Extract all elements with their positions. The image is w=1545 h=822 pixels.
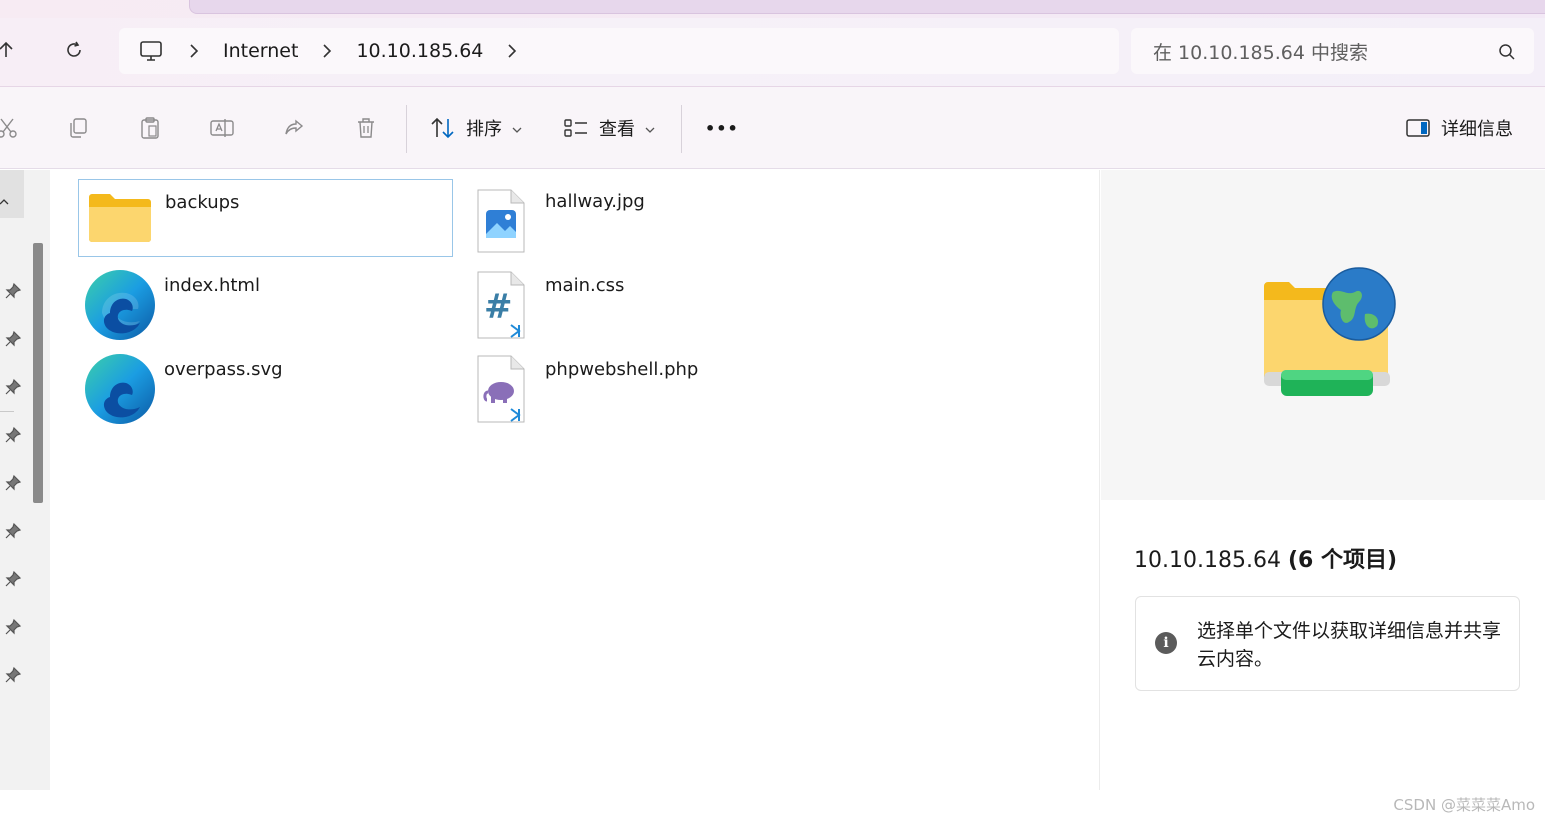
css-file-icon: # <box>464 268 538 342</box>
info-card: i 选择单个文件以获取详细信息并共享云内容。 <box>1135 596 1520 691</box>
status-strip <box>0 790 1545 822</box>
pane-divider[interactable] <box>1099 170 1100 790</box>
rename-icon[interactable] <box>209 115 235 141</box>
info-text: 选择单个文件以获取详细信息并共享云内容。 <box>1197 620 1502 670</box>
chevron-right-icon[interactable] <box>505 44 519 58</box>
pin-icon[interactable] <box>4 474 22 492</box>
file-name: backups <box>165 192 240 213</box>
pin-icon[interactable] <box>4 666 22 684</box>
sort-label: 排序 <box>466 119 502 140</box>
command-bar: 排序 查看 ••• 详细信息 <box>0 86 1545 169</box>
details-title: 10.10.185.64 (6 个项目) <box>1134 542 1397 574</box>
chevron-right-icon[interactable] <box>187 44 201 58</box>
watermark: CSDN @菜菜菜Amo <box>1393 796 1535 814</box>
pin-icon[interactable] <box>4 378 22 396</box>
image-file-icon <box>464 184 538 258</box>
file-item-index-html[interactable]: index.html <box>78 263 453 341</box>
sort-button[interactable]: 排序 <box>430 113 522 143</box>
details-label: 详细信息 <box>1441 119 1513 140</box>
search-input[interactable]: 在 10.10.185.64 中搜索 <box>1131 28 1534 74</box>
breadcrumb-internet[interactable]: Internet <box>223 40 298 62</box>
chevron-down-icon <box>645 118 655 139</box>
sort-icon <box>430 116 456 140</box>
details-pane-icon <box>1405 118 1431 138</box>
details-title-count: (6 个项目) <box>1287 548 1398 573</box>
file-name: hallway.jpg <box>545 191 645 212</box>
file-item-hallway[interactable]: hallway.jpg <box>459 179 834 257</box>
more-options-button[interactable]: ••• <box>705 113 739 143</box>
edge-icon <box>83 268 157 342</box>
delete-icon[interactable] <box>353 115 379 141</box>
details-pane: 10.10.185.64 (6 个项目) i 选择单个文件以获取详细信息并共享云… <box>1101 170 1545 790</box>
breadcrumb-host[interactable]: 10.10.185.64 <box>356 40 483 62</box>
pin-icon[interactable] <box>4 522 22 540</box>
address-row: Internet 10.10.185.64 在 10.10.185.64 中搜索 <box>0 18 1545 86</box>
tab-strip <box>0 0 1545 18</box>
svg-text:#: # <box>484 287 513 327</box>
search-icon[interactable] <box>1498 43 1516 66</box>
details-pane-button[interactable]: 详细信息 <box>1405 113 1513 143</box>
pin-icon[interactable] <box>4 282 22 300</box>
file-item-backups[interactable]: backups <box>78 179 453 257</box>
pin-icon[interactable] <box>4 426 22 444</box>
file-name: index.html <box>164 275 260 296</box>
view-label: 查看 <box>599 119 635 140</box>
network-folder-icon <box>1264 267 1396 396</box>
search-placeholder: 在 10.10.185.64 中搜索 <box>1153 41 1368 64</box>
toolbar-separator <box>406 105 407 153</box>
pin-icon[interactable] <box>4 330 22 348</box>
file-name: overpass.svg <box>164 359 283 380</box>
view-button[interactable]: 查看 <box>563 113 655 143</box>
pin-icon[interactable] <box>4 618 22 636</box>
more-icon: ••• <box>705 118 739 138</box>
file-name: main.css <box>545 275 625 296</box>
active-tab-edge[interactable] <box>189 0 1545 14</box>
info-icon: i <box>1155 632 1177 654</box>
chevron-right-icon[interactable] <box>320 44 334 58</box>
nav-scrollbar[interactable] <box>33 243 43 503</box>
folder-icon <box>87 184 153 250</box>
details-preview <box>1101 170 1545 500</box>
view-list-icon <box>563 117 589 139</box>
computer-icon[interactable] <box>139 40 163 62</box>
php-file-icon <box>464 352 538 426</box>
up-arrow-icon[interactable] <box>0 34 22 66</box>
nav-item-active[interactable] <box>0 170 24 218</box>
cut-icon[interactable] <box>0 115 20 141</box>
file-name: phpwebshell.php <box>545 359 699 380</box>
address-bar[interactable]: Internet 10.10.185.64 <box>119 28 1119 74</box>
toolbar-separator <box>681 105 682 153</box>
file-item-overpass-svg[interactable]: overpass.svg <box>78 347 453 425</box>
paste-icon[interactable] <box>137 115 163 141</box>
details-title-host: 10.10.185.64 <box>1134 548 1281 573</box>
file-item-phpwebshell[interactable]: phpwebshell.php <box>459 347 834 425</box>
share-icon[interactable] <box>281 115 307 141</box>
refresh-icon[interactable] <box>58 34 90 66</box>
edge-icon <box>83 352 157 426</box>
nav-divider <box>0 411 14 412</box>
file-list: backups hallway.jpg index.html # main.cs… <box>52 170 1099 790</box>
navigation-pane <box>0 170 50 790</box>
copy-icon[interactable] <box>65 115 91 141</box>
chevron-down-icon <box>512 118 522 139</box>
pin-icon[interactable] <box>4 570 22 588</box>
file-item-main-css[interactable]: # main.css <box>459 263 834 341</box>
